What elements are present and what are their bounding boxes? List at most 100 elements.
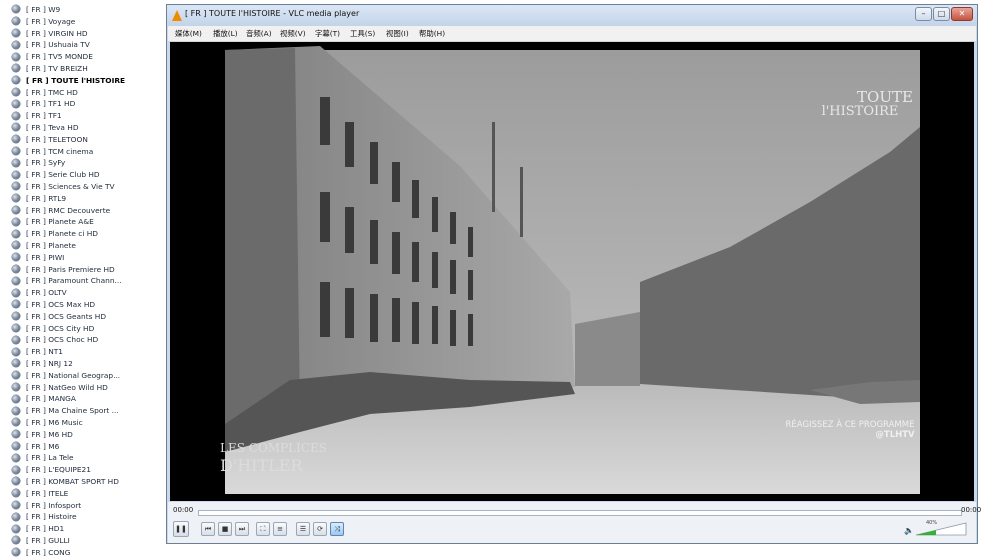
globe-icon [12, 182, 20, 191]
minimize-button[interactable]: – [915, 7, 932, 21]
channel-label: [ FR ] TELETOON [26, 134, 88, 144]
flag-pole [520, 167, 523, 237]
channel-item[interactable]: [ FR ] TF1 [0, 110, 166, 122]
menu-audio[interactable]: 音频(A) [246, 28, 272, 39]
channel-label: [ FR ] GULLI [26, 536, 70, 545]
speaker-icon[interactable]: 🔈 [904, 526, 914, 535]
channel-item[interactable]: [ FR ] Serie Club HD [0, 169, 166, 181]
channel-label: [ FR ] PIWI [26, 252, 65, 262]
channel-item[interactable]: [ FR ] PIWI [0, 252, 166, 264]
channel-item[interactable]: [ FR ] OCS Choc HD [0, 334, 166, 346]
channel-item[interactable]: [ FR ] Planete ci HD [0, 228, 166, 240]
channel-label: [ FR ] HD1 [26, 524, 65, 534]
video-area[interactable]: TOUTE l'HISTOIRE RÉAGISSEZ À CE PROGRAMM… [170, 42, 974, 501]
building-corner [225, 48, 300, 424]
globe-icon [12, 382, 20, 391]
menu-view[interactable]: 视图(I) [386, 28, 409, 39]
channel-item[interactable]: [ FR ] Planete A&E [0, 216, 166, 228]
show-title-bottom: D'HITLER [220, 456, 303, 475]
previous-button[interactable]: ⏮ [201, 522, 215, 536]
globe-icon [12, 217, 20, 226]
title-bar[interactable]: [ FR ] TOUTE l'HISTOIRE - VLC media play… [167, 5, 977, 26]
channel-item[interactable]: [ FR ] GULLI [0, 535, 166, 547]
channel-item[interactable]: [ FR ] Teva HD [0, 122, 166, 134]
channel-item[interactable]: [ FR ] NatGeo Wild HD [0, 382, 166, 394]
globe-icon [12, 87, 20, 96]
extended-settings-button[interactable]: ≡ [273, 522, 287, 536]
channel-item[interactable]: [ FR ] Planete [0, 240, 166, 252]
channel-label: [ FR ] Paramount Chann... [26, 276, 122, 286]
channel-item[interactable]: [ FR ] SyFy [0, 157, 166, 169]
channel-item[interactable]: [ FR ] National Geograp... [0, 370, 166, 382]
menu-video[interactable]: 视频(V) [280, 28, 306, 39]
channel-item[interactable]: [ FR ] TV BREIZH [0, 63, 166, 75]
loop-button[interactable]: ⟳ [313, 522, 327, 536]
channel-item[interactable]: [ FR ] TF1 HD [0, 98, 166, 110]
globe-icon [12, 229, 20, 238]
menu-media[interactable]: 媒体(M) [175, 28, 202, 39]
channel-item[interactable]: [ FR ] KOMBAT SPORT HD [0, 476, 166, 488]
menu-subtitle[interactable]: 字幕(T) [315, 28, 340, 39]
channel-item[interactable]: [ FR ] TELETOON [0, 134, 166, 146]
channel-item[interactable]: [ FR ] La Tele [0, 452, 166, 464]
channel-item[interactable]: [ FR ] TMC HD [0, 87, 166, 99]
channel-item[interactable]: [ FR ] OLTV [0, 287, 166, 299]
random-button[interactable]: ⤨ [330, 522, 344, 536]
channel-label: [ FR ] RMC Decouverte [26, 205, 111, 215]
seek-bar[interactable] [198, 510, 962, 516]
channel-item[interactable]: [ FR ] CONG [0, 547, 166, 559]
globe-icon [12, 347, 20, 356]
channel-label: [ FR ] Sciences & Vie TV [26, 182, 115, 191]
channel-item[interactable]: [ FR ] Paramount Chann... [0, 275, 166, 287]
channel-item[interactable]: [ FR ] Voyage [0, 16, 166, 28]
channel-item[interactable]: [ FR ] Paris Premiere HD [0, 264, 166, 276]
channel-item[interactable]: [ FR ] M6 [0, 441, 166, 453]
fullscreen-button[interactable]: ⛶ [256, 522, 270, 536]
channel-item[interactable]: [ FR ] RTL9 [0, 193, 166, 205]
channel-item[interactable]: [ FR ] TOUTE l'HISTOIRE [0, 75, 166, 87]
channel-item[interactable]: [ FR ] TV5 MONDE [0, 51, 166, 63]
globe-icon [12, 500, 20, 509]
channel-item[interactable]: [ FR ] ITELE [0, 488, 166, 500]
close-button[interactable]: ✕ [951, 7, 973, 21]
channel-label: [ FR ] RTL9 [26, 193, 67, 203]
playlist-button[interactable]: ☰ [296, 522, 310, 536]
menu-tools[interactable]: 工具(S) [350, 28, 375, 39]
channel-item[interactable]: [ FR ] VIRGIN HD [0, 28, 166, 40]
channel-label: [ FR ] TV5 MONDE [26, 52, 93, 62]
channel-item[interactable]: [ FR ] Infosport [0, 500, 166, 512]
channel-item[interactable]: [ FR ] M6 HD [0, 429, 166, 441]
channel-item[interactable]: [ FR ] Sciences & Vie TV [0, 181, 166, 193]
channel-label: [ FR ] TCM cinema [26, 146, 94, 156]
maximize-button[interactable]: □ [933, 7, 950, 21]
channel-item[interactable]: [ FR ] HD1 [0, 523, 166, 535]
globe-icon [12, 489, 20, 498]
channel-item[interactable]: [ FR ] Ma Chaine Sport ... [0, 405, 166, 417]
volume-slider[interactable] [916, 522, 968, 536]
channel-item[interactable]: [ FR ] OCS City HD [0, 323, 166, 335]
channel-label: [ FR ] Planete ci HD [26, 229, 98, 239]
channel-item[interactable]: [ FR ] Ushuaia TV [0, 39, 166, 51]
channel-item[interactable]: [ FR ] MANGA [0, 393, 166, 405]
next-button[interactable]: ⏭ [235, 522, 249, 536]
channel-item[interactable]: [ FR ] W9 [0, 4, 166, 16]
channel-item[interactable]: [ FR ] Histoire [0, 511, 166, 523]
channel-label: [ FR ] OCS Choc HD [26, 335, 99, 345]
channel-item[interactable]: [ FR ] M6 Music [0, 417, 166, 429]
channel-item[interactable]: [ FR ] NT1 [0, 346, 166, 358]
menu-playback[interactable]: 播放(L) [213, 28, 238, 39]
channel-item[interactable]: [ FR ] RMC Decouverte [0, 205, 166, 217]
pause-button[interactable]: ❚❚ [173, 521, 189, 537]
channel-item[interactable]: [ FR ] OCS Max HD [0, 299, 166, 311]
channel-item[interactable]: [ FR ] OCS Geants HD [0, 311, 166, 323]
channel-label: [ FR ] W9 [26, 5, 61, 14]
channel-item[interactable]: [ FR ] TCM cinema [0, 146, 166, 158]
channel-label: [ FR ] ITELE [26, 488, 69, 498]
elapsed-time: 00:00 [173, 506, 194, 514]
channel-item[interactable]: [ FR ] L'EQUIPE21 [0, 464, 166, 476]
menu-help[interactable]: 帮助(H) [419, 28, 445, 39]
stop-button[interactable]: ■ [218, 522, 232, 536]
channel-item[interactable]: [ FR ] NRJ 12 [0, 358, 166, 370]
channel-label: [ FR ] M6 Music [26, 418, 83, 427]
channel-label: [ FR ] Serie Club HD [26, 170, 100, 180]
